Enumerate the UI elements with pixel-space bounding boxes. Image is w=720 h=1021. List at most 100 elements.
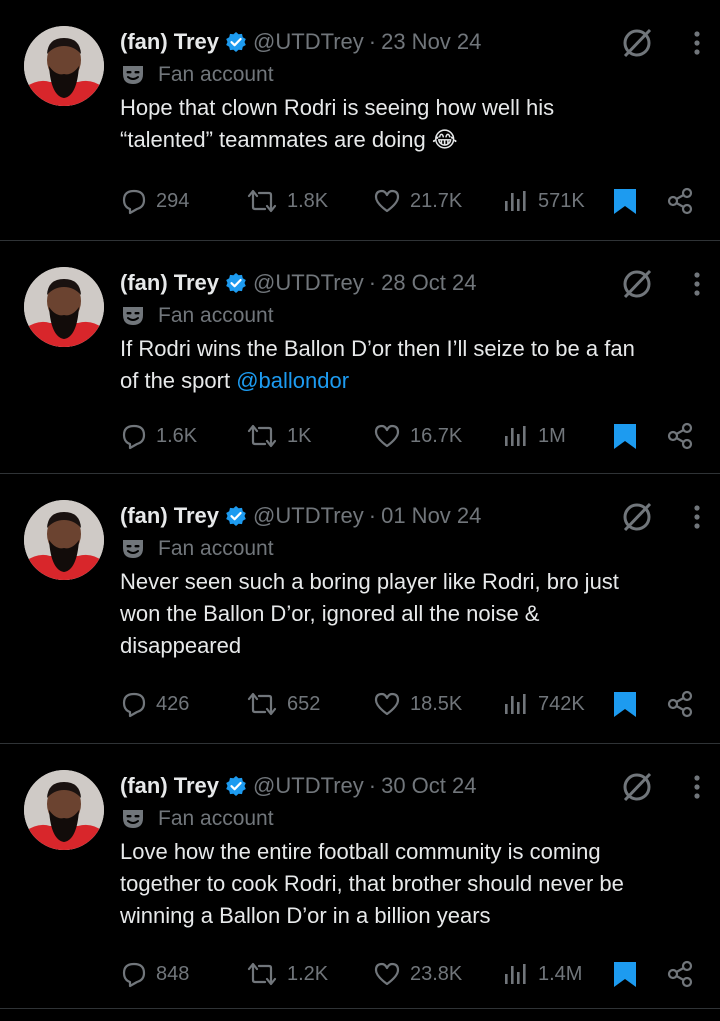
separator-dot: · [368, 773, 377, 798]
tweet-date[interactable]: 23 Nov 24 [381, 29, 481, 55]
reply-button[interactable]: 426 [120, 690, 189, 718]
tweet-text-line: disappeared [120, 633, 242, 658]
retweet-button[interactable]: 652 [245, 690, 320, 718]
tweet-text-line: If Rodri wins the Ballon D’or then I’ll … [120, 336, 635, 361]
reply-icon [122, 424, 146, 450]
like-count: 16.7K [410, 424, 463, 447]
tweet-date[interactable]: 28 Oct 24 [381, 270, 476, 296]
bookmark-button[interactable] [612, 422, 646, 450]
mask-icon [120, 63, 146, 87]
tweet-text-line: won the Ballon D’or, ignored all the noi… [120, 601, 540, 626]
share-button[interactable] [666, 960, 702, 988]
share-icon [667, 422, 693, 450]
tweet-text-line: Never seen such a boring player like Rod… [120, 569, 619, 594]
separator-dot: · [368, 29, 377, 54]
reply-count: 426 [156, 692, 190, 715]
tweet-text-line: together to cook Rodri, that brother sho… [120, 871, 624, 896]
views-count: 742K [538, 692, 585, 715]
handle[interactable]: @UTDTrey [253, 503, 364, 529]
views-button[interactable]: 1M [500, 422, 566, 450]
like-count: 23.8K [410, 962, 463, 985]
verified-badge-icon [225, 31, 247, 53]
retweet-button[interactable]: 1.8K [245, 187, 328, 215]
reply-button[interactable]: 294 [120, 187, 189, 215]
views-button[interactable]: 742K [500, 690, 585, 718]
retweet-icon [247, 424, 277, 448]
share-icon [667, 960, 693, 988]
handle[interactable]: @UTDTrey [253, 773, 364, 799]
views-count: 571K [538, 189, 585, 212]
like-count: 21.7K [410, 189, 463, 212]
fan-account-label: Fan account [158, 537, 274, 560]
tweet-text: If Rodri wins the Ballon D’or then I’ll … [120, 333, 690, 397]
display-name[interactable]: (fan) Trey [120, 773, 219, 799]
like-icon [374, 189, 400, 213]
avatar[interactable] [24, 500, 104, 580]
display-name[interactable]: (fan) Trey [120, 270, 219, 296]
separator-dot: · [368, 270, 377, 295]
mask-icon [120, 807, 146, 831]
reply-icon [122, 962, 146, 988]
tweet-text-line: Love how the entire football community i… [120, 839, 601, 864]
avatar[interactable] [24, 770, 104, 850]
mask-icon [120, 304, 146, 328]
reply-count: 1.6K [156, 424, 198, 447]
display-name[interactable]: (fan) Trey [120, 29, 219, 55]
retweet-button[interactable]: 1K [245, 422, 311, 450]
handle[interactable]: @UTDTrey [253, 29, 364, 55]
verified-badge-icon [225, 775, 247, 797]
share-button[interactable] [666, 690, 702, 718]
tweet[interactable]: (fan) Trey @UTDTrey · 28 Oct 24 Fan acco… [0, 241, 720, 474]
tweet[interactable]: (fan) Trey @UTDTrey · 23 Nov 24 Fan acco… [0, 0, 720, 241]
display-name[interactable]: (fan) Trey [120, 503, 219, 529]
like-button[interactable]: 16.7K [372, 422, 462, 450]
views-button[interactable]: 1.4M [500, 960, 582, 988]
fan-account-label: Fan account [158, 63, 274, 86]
tweet-date[interactable]: 01 Nov 24 [381, 503, 481, 529]
fan-account-label: Fan account [158, 304, 274, 327]
bookmark-icon [614, 189, 636, 214]
retweet-icon [247, 692, 277, 716]
mention-link[interactable]: @ballondor [236, 368, 349, 393]
retweet-button[interactable]: 1.2K [245, 960, 328, 988]
avatar[interactable] [24, 267, 104, 347]
tweet-date[interactable]: 30 Oct 24 [381, 773, 476, 799]
retweet-icon [247, 189, 277, 213]
like-count: 18.5K [410, 692, 463, 715]
views-icon [505, 694, 526, 714]
tweet-text: Hope that clown Rodri is seeing how well… [120, 92, 690, 156]
reply-button[interactable]: 848 [120, 960, 189, 988]
verified-badge-icon [225, 505, 247, 527]
tweet-text: Never seen such a boring player like Rod… [120, 566, 690, 662]
views-icon [505, 426, 526, 446]
like-button[interactable]: 21.7K [372, 187, 462, 215]
avatar[interactable] [24, 26, 104, 106]
bookmark-icon [614, 424, 636, 449]
bookmark-button[interactable] [612, 187, 646, 215]
retweet-icon [247, 962, 277, 986]
tweet[interactable]: (fan) Trey @UTDTrey · 01 Nov 24 Fan acco… [0, 474, 720, 744]
fan-account-label: Fan account [158, 807, 274, 830]
like-icon [374, 692, 400, 716]
reply-icon [122, 692, 146, 718]
share-icon [667, 187, 693, 215]
views-count: 1.4M [538, 962, 583, 985]
handle[interactable]: @UTDTrey [253, 270, 364, 296]
bookmark-button[interactable] [612, 960, 646, 988]
reply-button[interactable]: 1.6K [120, 422, 197, 450]
bookmark-button[interactable] [612, 690, 646, 718]
tweet[interactable]: (fan) Trey @UTDTrey · 30 Oct 24 Fan acco… [0, 744, 720, 1009]
retweet-count: 652 [287, 692, 321, 715]
bookmark-icon [614, 962, 636, 987]
share-button[interactable] [666, 187, 702, 215]
bookmark-icon [614, 692, 636, 717]
tweet-text-line: Hope that clown Rodri is seeing how well… [120, 95, 555, 120]
like-button[interactable]: 18.5K [372, 690, 462, 718]
share-button[interactable] [666, 422, 702, 450]
mask-icon [120, 537, 146, 561]
views-button[interactable]: 571K [500, 187, 585, 215]
like-button[interactable]: 23.8K [372, 960, 462, 988]
reply-count: 294 [156, 189, 190, 212]
reply-icon [122, 189, 146, 215]
tweet-text-line: winning a Ballon D’or in a billion years [120, 903, 491, 928]
